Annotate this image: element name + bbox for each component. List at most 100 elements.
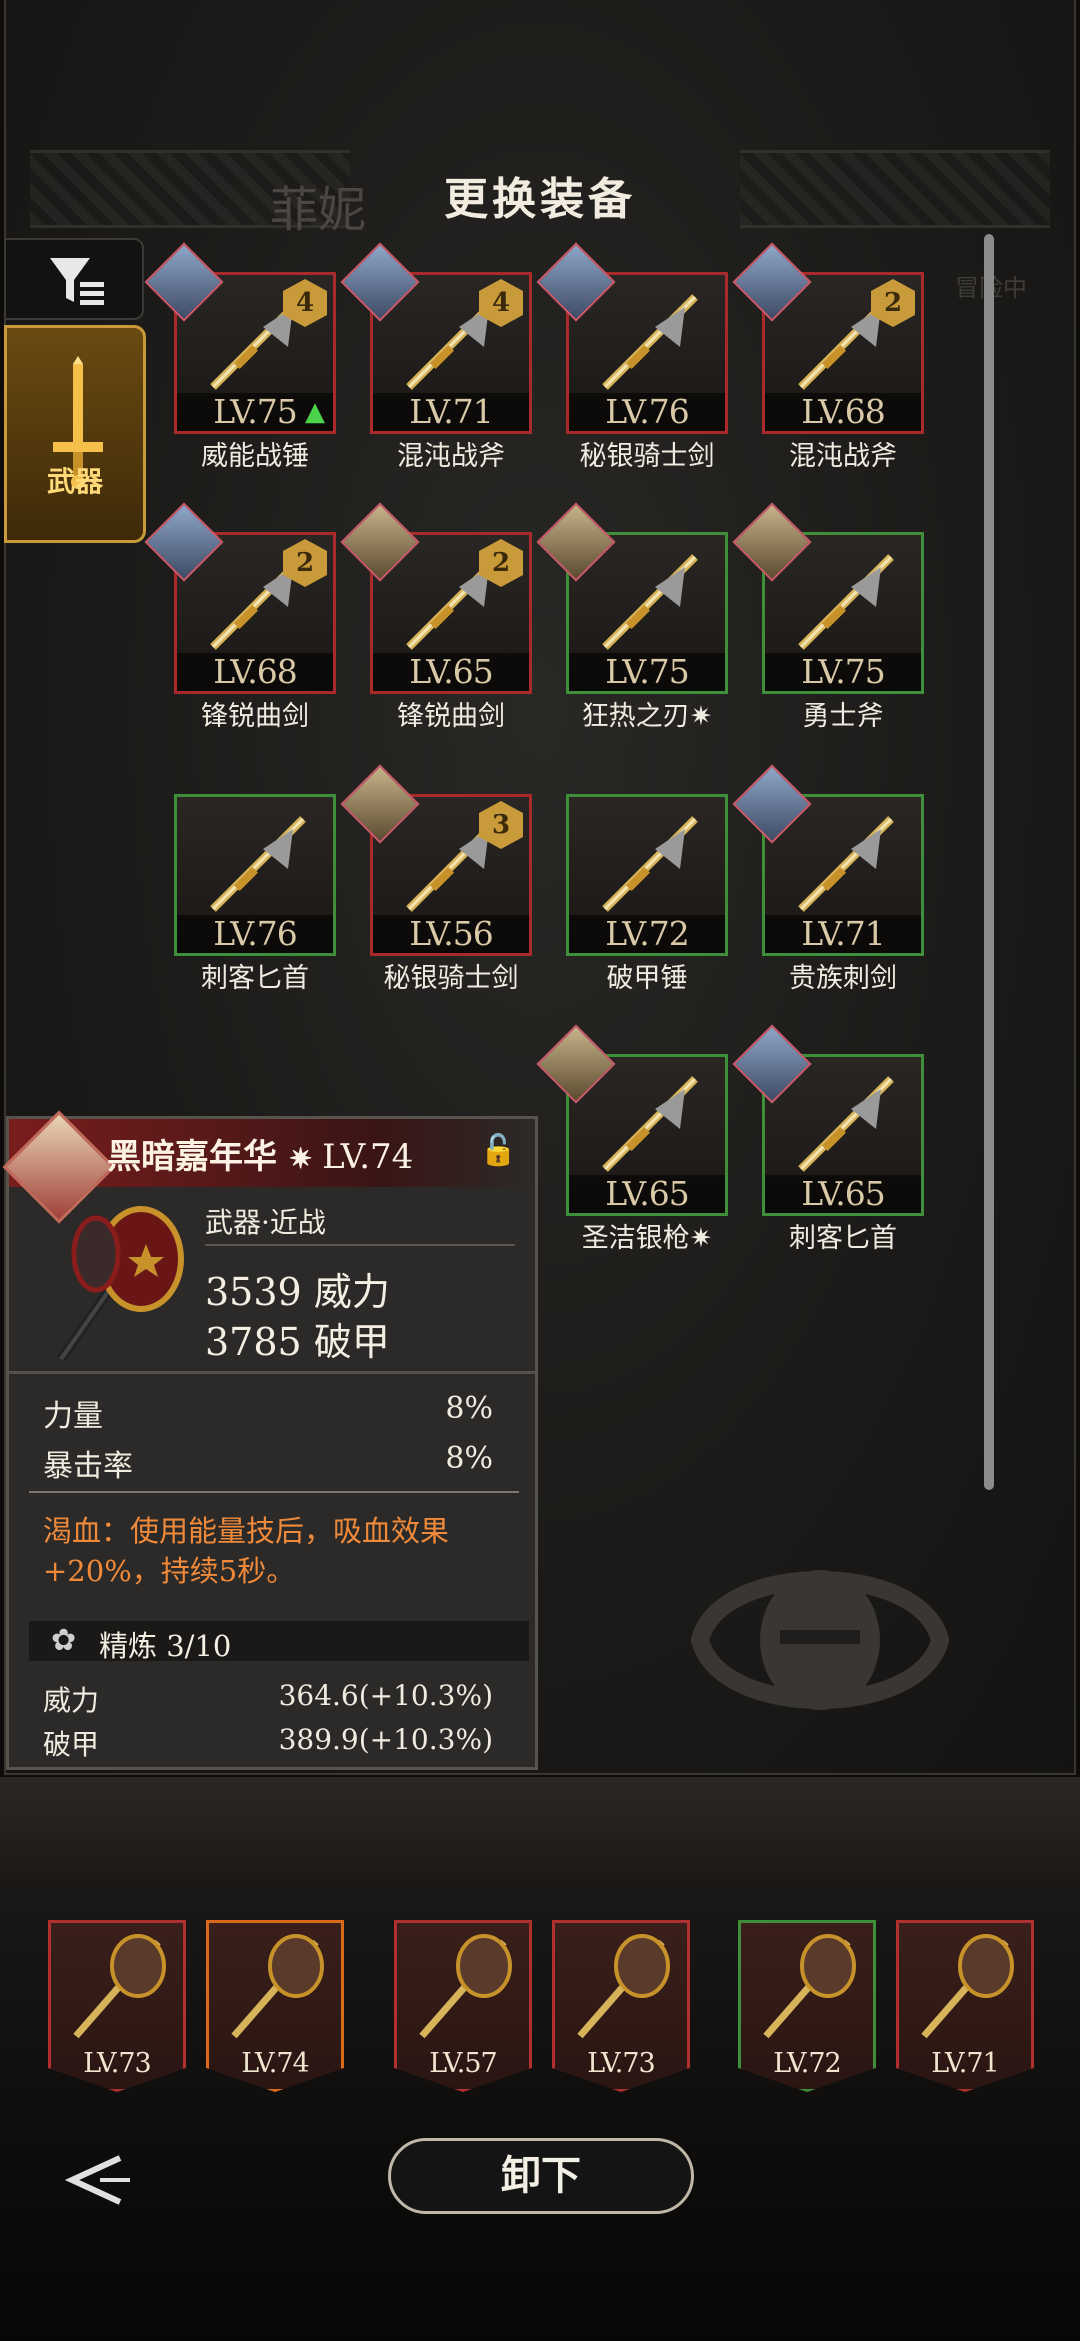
ornament-divider — [29, 1491, 519, 1493]
item-level: LV.75 — [569, 653, 725, 691]
tab-weapon[interactable]: 武器 — [4, 325, 146, 543]
item-level: LV.56 — [373, 915, 529, 953]
gear-item-icon — [73, 1934, 166, 2039]
item-level: LV.65 — [569, 1175, 725, 1213]
item-name: 狂热之刃✷ — [581, 701, 713, 732]
item-name: 秘银骑士剑 — [383, 963, 519, 994]
passive-description: 渴血：使用能量技后，吸血效果+20%，持续5秒。 — [43, 1514, 450, 1588]
item-slot: LV.72 — [566, 794, 728, 956]
refine-stat-row: 威力 364.6(+10.3%) — [43, 1679, 493, 1717]
weapon-icon — [602, 816, 698, 912]
power-stat: 3539 威力 — [205, 1270, 390, 1314]
unequip-button[interactable]: 卸下 — [388, 2138, 694, 2214]
upgrade-arrow-icon: ▲ — [305, 397, 325, 427]
page-title: 更换装备 — [444, 174, 636, 225]
equipment-item[interactable]: LV.65 刺客匕首 — [732, 1024, 924, 1254]
equipped-slot[interactable]: LV.73 — [48, 1920, 186, 2092]
equipment-item[interactable]: LV.71 4 混沌战斧 — [340, 242, 532, 472]
refine-bar: ✿ 精炼 3/10 — [29, 1621, 529, 1663]
gear-item-icon — [231, 1934, 324, 2039]
item-name: 破甲锤 — [606, 963, 688, 994]
item-level: LV.68 — [177, 653, 333, 691]
item-level: LV.71 — [765, 915, 921, 953]
item-level: LV.68 — [765, 393, 921, 431]
equipped-level: LV.74 — [241, 2048, 309, 2079]
item-type: 武器·近战 — [205, 1206, 326, 1239]
refine-label: 精炼 3/10 — [99, 1629, 232, 1663]
item-name: 黑暗嘉年华 — [107, 1137, 277, 1177]
grid-scrollbar[interactable] — [984, 234, 994, 1490]
sparkle-icon: ✷ — [288, 1142, 323, 1175]
equipped-slot[interactable]: LV.71 — [896, 1920, 1034, 2092]
item-name: 勇士斧 — [802, 701, 884, 732]
item-level: LV.76 — [177, 915, 333, 953]
equipment-item[interactable]: LV.75 狂热之刃✷ — [536, 502, 728, 732]
stat-row: 暴击率 8% — [43, 1441, 493, 1484]
warhammer-icon — [56, 1206, 184, 1362]
equipped-level: LV.73 — [587, 2048, 655, 2079]
knight-emblem-icon — [690, 1570, 950, 1710]
item-level: LV.65 — [373, 653, 529, 691]
item-name: 锋锐曲剑 — [397, 701, 505, 732]
item-name: 刺客匕首 — [789, 1223, 897, 1254]
item-level: LV.74 — [322, 1137, 414, 1177]
weapon-icon — [798, 554, 894, 650]
item-name: 混沌战斧 — [397, 441, 505, 472]
equipped-level: LV.72 — [773, 2048, 841, 2079]
back-arrow-icon[interactable] — [60, 2150, 140, 2210]
gear-item-icon — [577, 1934, 670, 2039]
equipment-item[interactable]: LV.75 勇士斧 — [732, 502, 924, 732]
item-name: 锋锐曲剑 — [201, 701, 309, 732]
item-name: 贵族刺剑 — [789, 963, 897, 994]
item-level: LV.72 — [569, 915, 725, 953]
tab-weapon-label: 武器 — [46, 465, 103, 498]
equipment-item[interactable]: LV.65 2 锋锐曲剑 — [340, 502, 532, 732]
equipment-item[interactable]: LV.76 秘银骑士剑 — [536, 242, 728, 472]
refine-stat-row: 破甲 389.9(+10.3%) — [43, 1723, 493, 1761]
weapon-icon — [602, 1076, 698, 1172]
equipment-item[interactable]: LV.76 刺客匕首 — [174, 794, 336, 994]
stats-divider — [9, 1371, 535, 1374]
gear-item-icon — [921, 1934, 1014, 2039]
equipped-level: LV.71 — [931, 2048, 999, 2079]
tooltip-item-name: 黑暗嘉年华 ✷ LV.74 — [107, 1129, 413, 1178]
equipped-slot[interactable]: LV.72 — [738, 1920, 876, 2092]
weapon-icon — [798, 1076, 894, 1172]
item-level: LV.75 — [765, 653, 921, 691]
equipped-level: LV.73 — [83, 2048, 151, 2079]
type-divider — [205, 1244, 515, 1246]
item-name: 混沌战斧 — [789, 441, 897, 472]
equipment-item[interactable]: LV.68 2 锋锐曲剑 — [144, 502, 336, 732]
item-name: 刺客匕首 — [201, 963, 309, 994]
item-slot: LV.76 — [174, 794, 336, 956]
equipment-item[interactable]: LV.75 4 ▲ 威能战锤 — [144, 242, 336, 472]
weapon-icon — [798, 816, 894, 912]
filter-icon — [50, 258, 104, 305]
item-level: LV.65 — [765, 1175, 921, 1213]
refine-icon: ✿ — [51, 1623, 77, 1658]
item-name: 圣洁银枪✷ — [581, 1223, 713, 1254]
equipped-level: LV.57 — [429, 2048, 497, 2079]
item-level: LV.76 — [569, 393, 725, 431]
weapon-icon — [210, 816, 306, 912]
equipment-item[interactable]: LV.56 3 秘银骑士剑 — [340, 764, 532, 994]
equipped-slot[interactable]: LV.73 — [552, 1920, 690, 2092]
gear-item-icon — [763, 1934, 856, 2039]
equipment-item[interactable]: LV.68 2 混沌战斧 — [732, 242, 924, 472]
weapon-icon — [602, 554, 698, 650]
stat-row: 力量 8% — [43, 1391, 493, 1434]
item-level: LV.71 — [373, 393, 529, 431]
gear-item-icon — [419, 1934, 512, 2039]
equipment-item[interactable]: LV.72 破甲锤 — [566, 794, 728, 994]
item-detail-tooltip: 黑暗嘉年华 ✷ LV.74 🔓 武器·近战 3539 威力 3785 破甲 力量… — [2, 1110, 538, 1770]
equipment-item[interactable]: LV.71 贵族刺剑 — [732, 764, 924, 994]
filter-button[interactable] — [4, 238, 144, 320]
equipped-slot[interactable]: LV.74 — [206, 1920, 344, 2092]
armor-stat: 3785 破甲 — [205, 1320, 390, 1364]
weapon-icon — [602, 294, 698, 390]
item-name: 威能战锤 — [201, 441, 309, 472]
lock-icon[interactable]: 🔓 — [480, 1133, 517, 1168]
equipped-slot[interactable]: LV.57 — [394, 1920, 532, 2092]
item-name: 秘银骑士剑 — [579, 441, 715, 472]
equipment-item[interactable]: LV.65 圣洁银枪✷ — [536, 1024, 728, 1254]
